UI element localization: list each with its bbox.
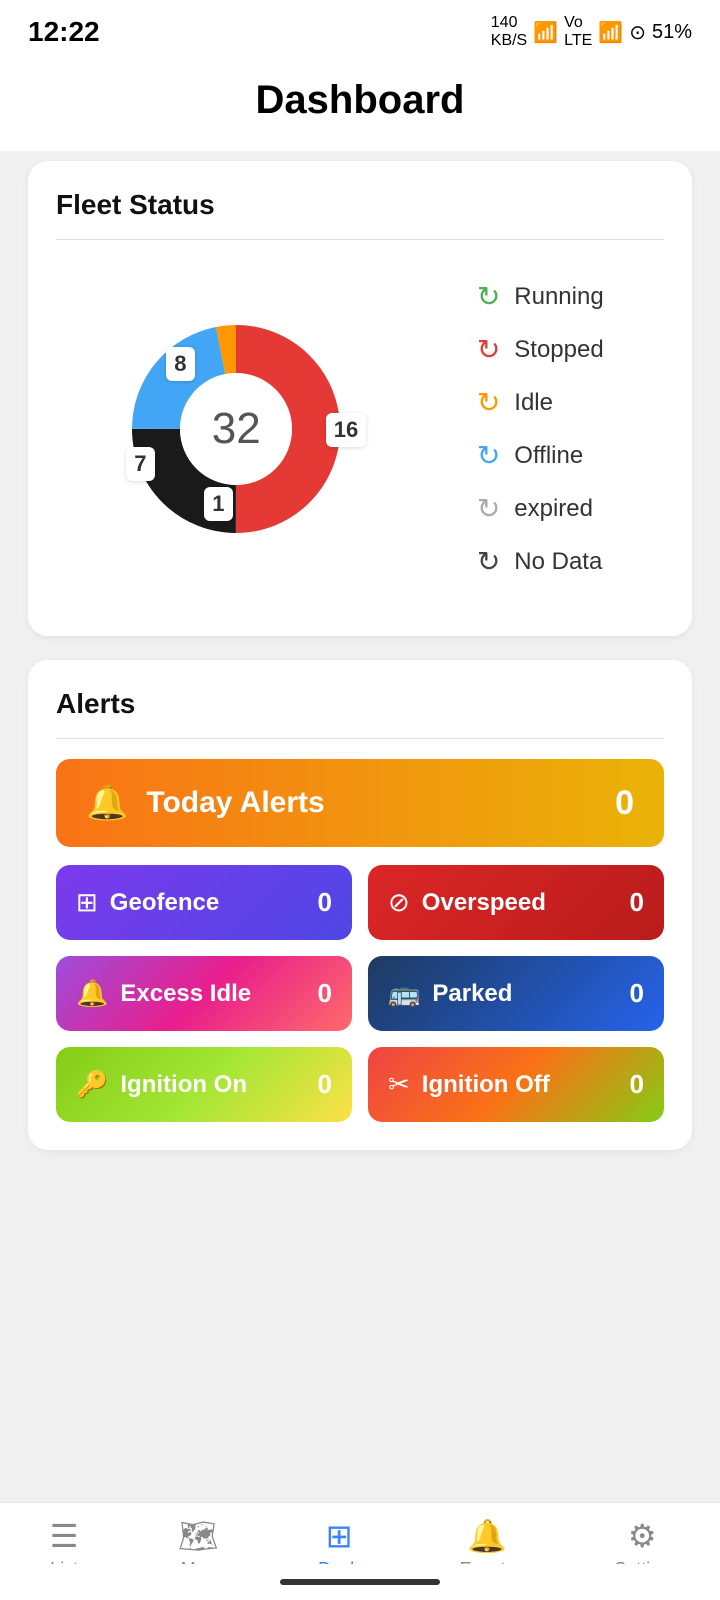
- running-icon: ↻: [477, 280, 500, 313]
- excessidle-button[interactable]: 🔔 Excess Idle 0: [56, 956, 352, 1031]
- idle-icon: ↻: [477, 386, 500, 419]
- wifi-icon: 📶: [533, 20, 558, 45]
- geofence-label: Geofence: [110, 889, 219, 917]
- status-time: 12:22: [28, 16, 100, 48]
- status-icons: 140KB/S 📶 VoLTE 📶 ⊙ 51%: [491, 14, 692, 50]
- nodata-icon: ↻: [477, 545, 500, 578]
- geofence-icon: ⊞: [76, 887, 98, 918]
- label-offline: 7: [126, 447, 154, 481]
- donut-total: 32: [212, 404, 261, 454]
- events-icon: 🔔: [467, 1517, 507, 1555]
- today-alerts-icon: 🔔: [86, 783, 128, 823]
- page-title: Dashboard: [0, 78, 720, 123]
- network-speed: 140KB/S: [491, 14, 527, 50]
- alerts-grid: ⊞ Geofence 0 ⊘ Overspeed 0 🔔 Excess Idle…: [56, 865, 664, 1122]
- ignitionoff-button[interactable]: ✂ Ignition Off 0: [368, 1047, 664, 1122]
- today-alerts-text: Today Alerts: [146, 786, 324, 820]
- app-header: Dashboard: [0, 58, 720, 151]
- excessidle-icon: 🔔: [76, 978, 108, 1009]
- today-alerts-left: 🔔 Today Alerts: [86, 783, 325, 823]
- excessidle-count: 0: [318, 978, 332, 1009]
- today-alerts-count: 0: [615, 784, 634, 823]
- fleet-status-card: Fleet Status: [28, 161, 692, 636]
- overspeed-count: 0: [630, 887, 644, 918]
- stopped-label: Stopped: [514, 336, 603, 364]
- fleet-legend: ↻ Running ↻ Stopped ↻ Idle ↻ Offline ↻: [477, 280, 604, 578]
- battery-icon: ⊙: [629, 20, 646, 45]
- legend-stopped: ↻ Stopped: [477, 333, 604, 366]
- home-indicator: [0, 1564, 720, 1600]
- legend-expired: ↻ expired: [477, 492, 604, 525]
- status-bar: 12:22 140KB/S 📶 VoLTE 📶 ⊙ 51%: [0, 0, 720, 58]
- legend-running: ↻ Running: [477, 280, 604, 313]
- dash-icon: ⊞: [326, 1517, 353, 1555]
- main-content: Fleet Status: [0, 151, 720, 1294]
- legend-idle: ↻ Idle: [477, 386, 604, 419]
- legend-offline: ↻ Offline: [477, 439, 604, 472]
- setting-icon: ⚙: [628, 1517, 657, 1555]
- fleet-divider: [56, 239, 664, 240]
- ignitionon-count: 0: [318, 1069, 332, 1100]
- signal-icon: 📶: [598, 20, 623, 45]
- today-alerts-button[interactable]: 🔔 Today Alerts 0: [56, 759, 664, 847]
- map-icon: 🗺: [178, 1517, 219, 1555]
- lte-icon: VoLTE: [564, 14, 592, 50]
- parked-label: Parked: [432, 980, 512, 1008]
- fleet-content: 32 8 16 7 1 ↻ Running ↻ Stopped ↻: [56, 260, 664, 608]
- battery-percent: 51%: [652, 21, 692, 44]
- expired-icon: ↻: [477, 492, 500, 525]
- fleet-status-title: Fleet Status: [56, 189, 664, 221]
- label-stopped: 8: [166, 347, 194, 381]
- offline-label: Offline: [514, 442, 583, 470]
- ignitionon-icon: 🔑: [76, 1069, 108, 1100]
- parked-button[interactable]: 🚌 Parked 0: [368, 956, 664, 1031]
- expired-label: expired: [514, 495, 593, 523]
- legend-nodata: ↻ No Data: [477, 545, 604, 578]
- ignitionon-label: Ignition On: [120, 1071, 247, 1099]
- label-running: 16: [326, 413, 366, 447]
- geofence-count: 0: [318, 887, 332, 918]
- ignitionon-button[interactable]: 🔑 Ignition On 0: [56, 1047, 352, 1122]
- alerts-card: Alerts 🔔 Today Alerts 0 ⊞ Geofence 0 ⊘: [28, 660, 692, 1150]
- alerts-divider: [56, 738, 664, 739]
- label-idle: 1: [204, 487, 232, 521]
- excessidle-label: Excess Idle: [120, 980, 251, 1008]
- nodata-label: No Data: [514, 548, 602, 576]
- running-label: Running: [514, 283, 603, 311]
- stopped-icon: ↻: [477, 333, 500, 366]
- overspeed-label: Overspeed: [422, 889, 546, 917]
- ignitionoff-label: Ignition Off: [422, 1071, 550, 1099]
- overspeed-icon: ⊘: [388, 887, 410, 918]
- donut-chart: 32 8 16 7 1: [116, 309, 356, 549]
- alerts-title: Alerts: [56, 688, 664, 720]
- overspeed-button[interactable]: ⊘ Overspeed 0: [368, 865, 664, 940]
- home-bar: [280, 1579, 440, 1585]
- parked-count: 0: [630, 978, 644, 1009]
- offline-icon: ↻: [477, 439, 500, 472]
- ignitionoff-icon: ✂: [388, 1069, 410, 1100]
- ignitionoff-count: 0: [630, 1069, 644, 1100]
- geofence-button[interactable]: ⊞ Geofence 0: [56, 865, 352, 940]
- idle-label: Idle: [514, 389, 553, 417]
- parked-icon: 🚌: [388, 978, 420, 1009]
- list-icon: ☰: [50, 1517, 79, 1555]
